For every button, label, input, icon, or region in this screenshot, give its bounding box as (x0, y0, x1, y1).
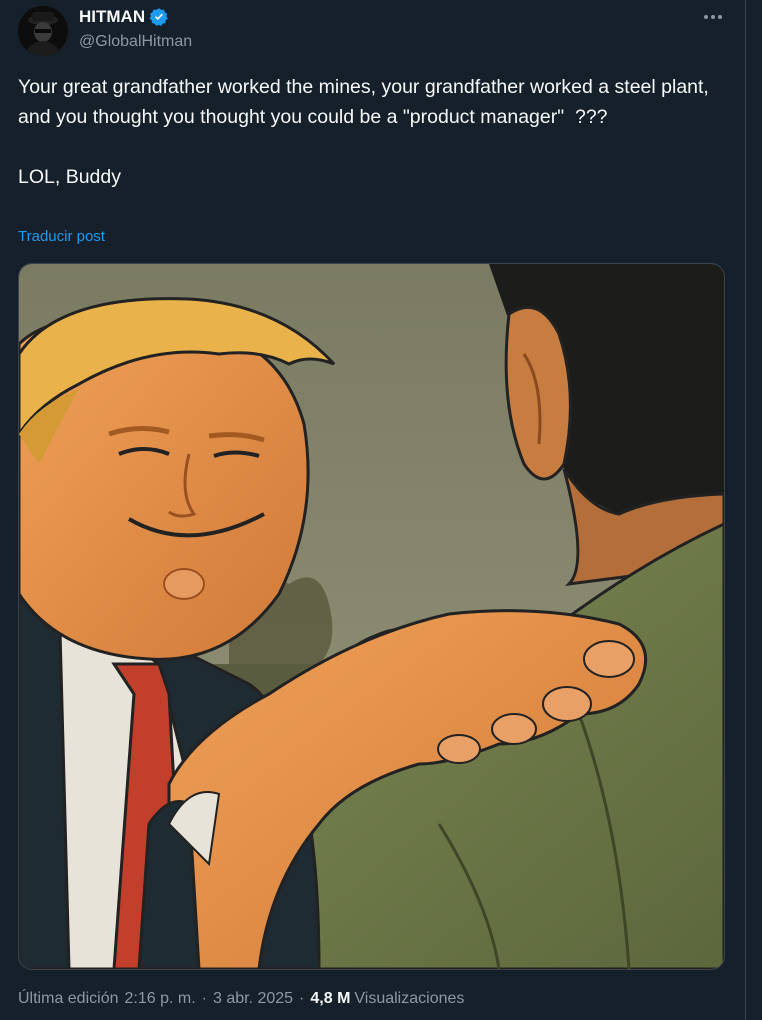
views-label: Visualizaciones (354, 990, 465, 1007)
post-container: HITMAN @GlobalHitman Your great grandfat… (0, 0, 745, 1020)
views-stat[interactable]: 4,8 M Visualizaciones (310, 990, 464, 1008)
translate-post-link[interactable]: Traducir post (18, 228, 105, 245)
author-handle[interactable]: @GlobalHitman (79, 33, 192, 51)
author-display-name[interactable]: HITMAN (79, 7, 145, 27)
post-meta: Última edición 2:16 p. m. · 3 abr. 2025 … (18, 990, 464, 1008)
author-avatar[interactable] (18, 6, 68, 56)
verified-badge-icon[interactable] (149, 7, 169, 27)
post-image[interactable] (18, 263, 725, 970)
author-name-row: HITMAN (79, 6, 169, 28)
column-divider (745, 0, 746, 1020)
post-time[interactable]: 2:16 p. m. (124, 990, 195, 1008)
cartoon-illustration-image (19, 264, 724, 969)
masked-figure-icon (18, 6, 68, 56)
meta-separator: · (201, 990, 207, 1007)
edited-label[interactable]: Última edición (18, 990, 118, 1008)
more-options-button[interactable] (698, 6, 728, 28)
meta-separator: · (299, 990, 305, 1007)
more-options-icon (704, 15, 722, 19)
views-count: 4,8 M (310, 990, 351, 1007)
post-date[interactable]: 3 abr. 2025 (213, 990, 293, 1008)
post-text: Your great grandfather worked the mines,… (18, 76, 709, 188)
